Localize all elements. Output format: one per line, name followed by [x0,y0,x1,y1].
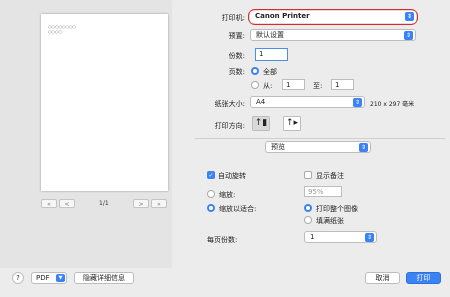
pages-to-field[interactable]: 1 [331,79,354,90]
landscape-orientation-button[interactable]: ↑▸ [283,116,301,131]
first-page-button[interactable]: « [41,199,57,208]
pages-from-label: 从: [263,82,273,90]
cancel-button[interactable]: 取消 [365,272,400,284]
orientation-label: 打印方向: [214,122,245,130]
print-entire-image-radio[interactable] [304,204,312,212]
chevron-updown-icon: ⇕ [359,143,368,152]
auto-rotate-checkbox[interactable]: ✓ [207,171,215,179]
pages-label: 页数: [228,68,245,76]
copies-field[interactable]: 1 [255,48,288,61]
show-notes-label: 显示备注 [316,172,344,180]
scale-to-fit-label: 缩放以适合: [219,205,257,213]
scale-field[interactable]: 95% [304,186,342,197]
section-popup[interactable]: 预览 ⇕ [265,141,371,153]
printer-popup[interactable]: Canon Printer ⇕ [248,9,418,25]
chevron-updown-icon: ⇕ [353,98,362,107]
portrait-icon: ↑▮ [254,118,268,128]
copies-per-page-value: 1 [310,233,315,241]
pages-all-radio[interactable] [251,67,259,75]
section-popup-value: 预览 [271,143,285,151]
page-preview: ○○○○○○○○ ○○○○ [41,14,168,191]
landscape-icon: ↑▸ [285,118,299,128]
scale-to-fit-radio[interactable] [207,204,215,212]
chevron-down-icon: ▼ [56,274,65,282]
pdf-button[interactable]: PDF ▼ [31,272,67,284]
page-indicator: 1/1 [99,200,109,207]
auto-rotate-label: 自动旋转 [218,172,246,180]
print-entire-image-label: 打印整个图像 [316,205,358,213]
pdf-label: PDF [36,274,50,282]
copies-label: 份数: [228,52,245,60]
fill-paper-radio[interactable] [304,216,312,224]
copies-per-page-label: 每页份数: [207,236,238,244]
presets-label: 预置: [228,32,245,40]
help-button[interactable]: ? [12,272,24,284]
pages-to-label: 至: [313,82,323,90]
pages-from-field[interactable]: 1 [282,79,305,90]
show-notes-checkbox[interactable] [304,171,312,179]
presets-value: 默认设置 [256,31,284,39]
chevron-updown-icon: ⇕ [405,12,414,21]
paper-dimensions: 210 x 297 毫米 [370,101,415,108]
pages-range-radio[interactable] [251,81,259,89]
paper-size-value: A4 [256,98,266,106]
checkmark-icon: ✓ [208,172,214,179]
paper-size-label: 纸张大小: [214,100,245,108]
scale-label: 缩放: [219,191,236,199]
fill-paper-label: 填满纸张 [316,217,344,225]
print-button[interactable]: 打印 [406,272,441,284]
hide-details-button[interactable]: 隐藏详细信息 [74,272,134,284]
portrait-orientation-button[interactable]: ↑▮ [252,116,270,131]
paper-size-popup[interactable]: A4 ⇕ [250,96,365,108]
printer-label: 打印机: [221,14,245,22]
printer-value: Canon Printer [255,12,310,20]
chevron-updown-icon: ⇕ [404,31,413,40]
presets-popup[interactable]: 默认设置 ⇕ [250,29,416,41]
pages-all-label: 全部 [263,68,277,76]
preview-text-line: ○○○○ [48,29,62,34]
scale-radio[interactable] [207,190,215,198]
last-page-button[interactable]: » [151,199,167,208]
next-page-button[interactable]: > [133,199,149,208]
divider [195,138,445,139]
previous-page-button[interactable]: < [59,199,75,208]
chevron-updown-icon: ⇕ [365,233,374,242]
copies-per-page-popup[interactable]: 1 ⇕ [304,231,377,243]
